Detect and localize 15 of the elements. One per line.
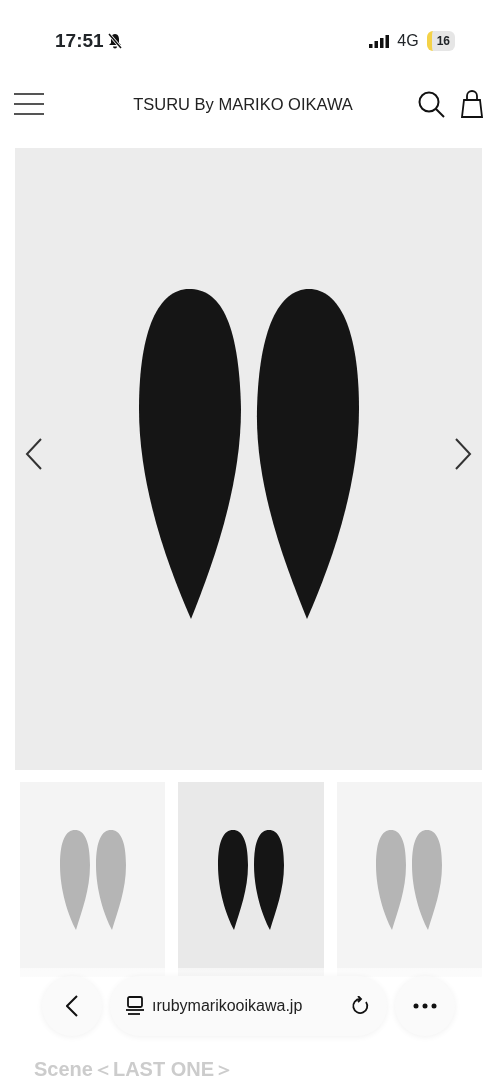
reload-icon[interactable] (351, 996, 371, 1016)
status-time: 17:51 (55, 28, 104, 53)
battery-level: 16 (426, 31, 455, 51)
network-label: 4G (397, 31, 419, 51)
signal-icon (369, 34, 390, 48)
muted-bell-icon (107, 33, 122, 49)
menu-icon[interactable] (14, 93, 44, 115)
tabs-icon[interactable] (126, 996, 144, 1016)
shopping-bag-icon[interactable] (461, 90, 483, 118)
search-icon[interactable] (418, 90, 445, 118)
more-icon (413, 1003, 437, 1009)
address-bar[interactable]: ırubymarikooikawa.jp (110, 976, 387, 1036)
back-icon (66, 995, 78, 1017)
brand-title[interactable]: TSURU By MARIKO OIKAWA (133, 91, 353, 117)
url-text: ırubymarikooikawa.jp (152, 996, 304, 1016)
